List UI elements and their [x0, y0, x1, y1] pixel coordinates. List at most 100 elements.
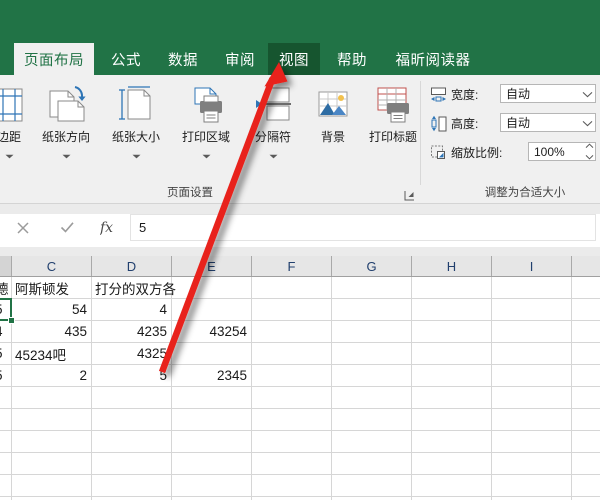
- cell-value: 5: [0, 302, 3, 317]
- ribbon-button-print-titles[interactable]: 打印标题: [360, 79, 426, 167]
- table-cell[interactable]: 5: [0, 343, 11, 364]
- scale-width-combo[interactable]: 自动: [500, 84, 596, 103]
- worksheet-grid: C D E F G H I 德 阿斯顿发 打分的双方各 54 4 435 423…: [0, 256, 600, 500]
- table-cell[interactable]: 阿斯顿发: [12, 277, 91, 298]
- tab-data[interactable]: 数据: [157, 43, 209, 75]
- column-header-label: H: [446, 258, 457, 274]
- chevron-down-icon[interactable]: [582, 87, 593, 101]
- scale-width-value: 自动: [506, 87, 531, 101]
- chevron-down-icon[interactable]: [269, 146, 278, 164]
- table-cell[interactable]: 45234吧: [12, 343, 91, 364]
- ribbon-group-label-page-setup: 页面设置: [167, 187, 213, 199]
- column-header-D[interactable]: D: [92, 256, 172, 276]
- cell-value: 4: [159, 302, 167, 317]
- column-header-I[interactable]: I: [492, 256, 572, 276]
- margins-icon: [0, 79, 31, 127]
- table-cell[interactable]: 43254: [172, 321, 251, 342]
- tab-review[interactable]: 审阅: [214, 43, 266, 75]
- dialog-launcher-icon[interactable]: [404, 188, 415, 201]
- scale-icon: [428, 143, 448, 161]
- column-header-row: C D E F G H I: [0, 256, 600, 277]
- chevron-down-icon[interactable]: [5, 146, 14, 164]
- ribbon-button-background[interactable]: 背景: [304, 79, 362, 167]
- table-cell[interactable]: 5: [92, 365, 171, 386]
- ribbon-button-label: 边距: [0, 130, 21, 144]
- ribbon-button-label: 打印区域: [181, 130, 230, 144]
- cell-value: 435: [64, 324, 87, 339]
- gridline-horizontal: [0, 496, 600, 497]
- cell-value: 54: [71, 302, 87, 317]
- gridline-vertical: [251, 277, 252, 500]
- column-header-label: I: [529, 258, 534, 274]
- scale-percent-label: 缩放比例:: [451, 145, 503, 160]
- tab-help[interactable]: 帮助: [326, 43, 378, 75]
- table-cell[interactable]: 2: [12, 365, 91, 386]
- table-cell[interactable]: 4325: [92, 343, 171, 364]
- cell-value: 阿斯顿发: [15, 281, 69, 297]
- column-header-H[interactable]: H: [412, 256, 492, 276]
- chevron-down-icon[interactable]: [582, 116, 593, 130]
- tab-formulas[interactable]: 公式: [100, 43, 152, 75]
- tab-label: 福昕阅读器: [395, 52, 471, 69]
- scale-height-value: 自动: [506, 116, 531, 130]
- cancel-x-icon[interactable]: [0, 214, 47, 241]
- tab-page-layout[interactable]: 页面布局: [14, 43, 94, 75]
- gridline-horizontal: [0, 430, 600, 431]
- column-header-C[interactable]: C: [12, 256, 92, 276]
- tab-label: 视图: [279, 52, 309, 69]
- table-cell[interactable]: 54: [12, 299, 91, 320]
- formula-bar-top-spacer: [0, 204, 600, 214]
- cell-value: 5: [0, 346, 3, 361]
- table-cell[interactable]: 4: [0, 321, 11, 342]
- gridline-horizontal: [0, 474, 600, 475]
- chevron-down-icon[interactable]: [132, 146, 141, 164]
- chevron-down-icon[interactable]: [202, 146, 211, 164]
- ribbon-group-label-scale-to-fit: 调整为合适大小: [484, 187, 566, 199]
- gridline-vertical: [331, 277, 332, 500]
- spinner-arrows[interactable]: [585, 143, 594, 160]
- cell-value: 43254: [209, 324, 247, 339]
- ribbon-button-print-area[interactable]: 打印区域: [170, 79, 242, 167]
- table-cell[interactable]: 打分的双方各: [92, 277, 222, 298]
- table-cell[interactable]: 435: [12, 321, 91, 342]
- cell-value: 德: [0, 281, 9, 297]
- formula-input[interactable]: 5: [130, 214, 596, 241]
- paper-size-icon: [113, 79, 159, 127]
- table-cell[interactable]: 4235: [92, 321, 171, 342]
- ribbon-button-paper-size[interactable]: 纸张大小: [100, 79, 172, 167]
- formula-bar-bottom-spacer: [0, 247, 600, 256]
- tab-view[interactable]: 视图: [268, 43, 320, 75]
- ribbon-tab-strip: 页面布局 公式 数据 审阅 视图 帮助 福昕阅读器 操作说明搜: [0, 43, 600, 112]
- table-cell[interactable]: 2345: [172, 365, 251, 386]
- table-cell[interactable]: 5: [0, 365, 11, 386]
- tab-label: 数据: [168, 52, 198, 69]
- ribbon-button-breaks[interactable]: 分隔符: [240, 79, 306, 167]
- cell-value: 打分的双方各: [95, 281, 176, 297]
- title-bar: [0, 0, 600, 43]
- scale-percent-spinner[interactable]: 100%: [528, 142, 596, 161]
- insert-function-fx-icon[interactable]: fx: [88, 214, 131, 241]
- column-header-stub: [0, 256, 12, 276]
- column-header-F[interactable]: F: [252, 256, 332, 276]
- table-cell[interactable]: 4: [92, 299, 171, 320]
- gridline-horizontal: [0, 452, 600, 453]
- gridline-vertical: [411, 277, 412, 500]
- tab-foxit-reader[interactable]: 福昕阅读器: [384, 43, 482, 75]
- scale-height-label: 高度:: [451, 116, 479, 131]
- scale-height-combo[interactable]: 自动: [500, 113, 596, 132]
- gridline-vertical: [171, 277, 172, 500]
- enter-check-icon[interactable]: [46, 214, 89, 241]
- scale-percent-value: 100%: [534, 144, 565, 159]
- column-header-G[interactable]: G: [332, 256, 412, 276]
- column-header-E[interactable]: E: [172, 256, 252, 276]
- column-header-label: E: [207, 258, 216, 274]
- tab-label: 审阅: [225, 52, 255, 69]
- fill-handle[interactable]: [8, 317, 15, 324]
- chevron-down-icon[interactable]: [62, 146, 71, 164]
- tab-label: 帮助: [337, 52, 367, 69]
- table-cell[interactable]: 德: [0, 277, 11, 298]
- cell-value: 5: [159, 368, 167, 383]
- column-header-J[interactable]: [572, 256, 600, 276]
- gridline-vertical: [571, 277, 572, 500]
- ribbon-button-orientation[interactable]: 纸张方向: [30, 79, 102, 167]
